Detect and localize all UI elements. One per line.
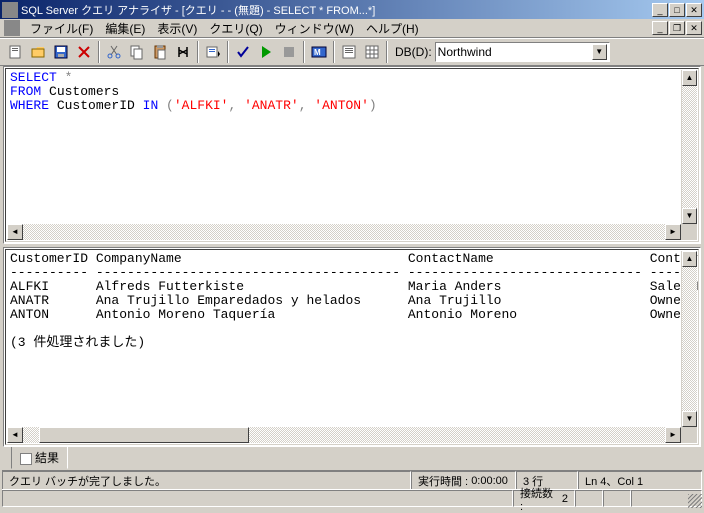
minimize-button[interactable]: _ — [652, 3, 668, 17]
mode-button[interactable] — [202, 41, 224, 63]
results-tab-icon — [20, 453, 32, 465]
resize-grip[interactable] — [688, 494, 702, 508]
mdi-minimize-button[interactable]: _ — [652, 21, 668, 35]
menu-window[interactable]: ウィンドウ(W) — [269, 18, 360, 39]
titlebar: SQL Server クエリ アナライザ - [クエリ - - (無題) - S… — [0, 0, 704, 19]
db-value: Northwind — [438, 45, 592, 59]
results-grid-button[interactable] — [361, 41, 383, 63]
menubar: ファイル(F) 編集(E) 表示(V) クエリ(Q) ウィンドウ(W) ヘルプ(… — [0, 19, 704, 38]
new-query-button[interactable] — [4, 41, 26, 63]
execute-button[interactable] — [255, 41, 277, 63]
mdi-restore-button[interactable]: ❐ — [669, 21, 685, 35]
mdi-icon — [4, 20, 20, 36]
delete-button[interactable] — [73, 41, 95, 63]
status2-blank — [2, 490, 513, 507]
statusbar-2: 接続数 : 2 — [2, 489, 702, 508]
db-label: DB(D): — [395, 45, 432, 59]
editor-hscroll[interactable]: ◄► — [7, 224, 681, 240]
status-cursor: Ln 4、Col 1 — [578, 471, 702, 490]
open-button[interactable] — [27, 41, 49, 63]
menu-view[interactable]: 表示(V) — [151, 18, 203, 39]
mdi-close-button[interactable]: ✕ — [686, 21, 702, 35]
menu-edit[interactable]: 編集(E) — [99, 18, 151, 39]
statusbar: クエリ バッチが完了しました。 実行時間 : 0:00:00 3 行 Ln 4、… — [2, 470, 702, 489]
results-hscroll[interactable]: ◄► — [7, 427, 681, 443]
maximize-button[interactable]: □ — [669, 3, 685, 17]
results-tabstrip: 結果 — [3, 448, 701, 470]
db-select[interactable]: Northwind ▼ — [435, 42, 610, 62]
query-editor-pane: SELECT * FROM Customers WHERE CustomerID… — [3, 66, 701, 244]
copy-button[interactable] — [126, 41, 148, 63]
editor-vscroll[interactable]: ▲▼ — [681, 70, 697, 224]
status-exectime: 実行時間 : 0:00:00 — [411, 471, 516, 490]
status-message: クエリ バッチが完了しました。 — [2, 471, 411, 490]
status-connections: 接続数 : 2 — [513, 490, 575, 507]
dropdown-icon[interactable]: ▼ — [592, 44, 607, 60]
results-text-button[interactable] — [338, 41, 360, 63]
toolbar: M DB(D): Northwind ▼ — [0, 38, 704, 66]
paste-button[interactable] — [149, 41, 171, 63]
show-plan-button[interactable]: M — [308, 41, 330, 63]
stop-button[interactable] — [278, 41, 300, 63]
results-vscroll[interactable]: ▲▼ — [681, 251, 697, 427]
menu-file[interactable]: ファイル(F) — [24, 18, 99, 39]
save-button[interactable] — [50, 41, 72, 63]
cut-button[interactable] — [103, 41, 125, 63]
svg-text:M: M — [314, 48, 321, 57]
app-icon — [2, 2, 18, 18]
menu-help[interactable]: ヘルプ(H) — [360, 18, 425, 39]
query-editor[interactable]: SELECT * FROM Customers WHERE CustomerID… — [6, 69, 698, 115]
find-button[interactable] — [172, 41, 194, 63]
tab-results[interactable]: 結果 — [11, 447, 68, 469]
results-text[interactable]: CustomerID CompanyName ContactName Conta… — [6, 250, 698, 352]
results-pane: CustomerID CompanyName ContactName Conta… — [3, 247, 701, 447]
close-button[interactable]: ✕ — [686, 3, 702, 17]
menu-query[interactable]: クエリ(Q) — [203, 18, 268, 39]
window-title: SQL Server クエリ アナライザ - [クエリ - - (無題) - S… — [21, 2, 652, 18]
parse-button[interactable] — [232, 41, 254, 63]
